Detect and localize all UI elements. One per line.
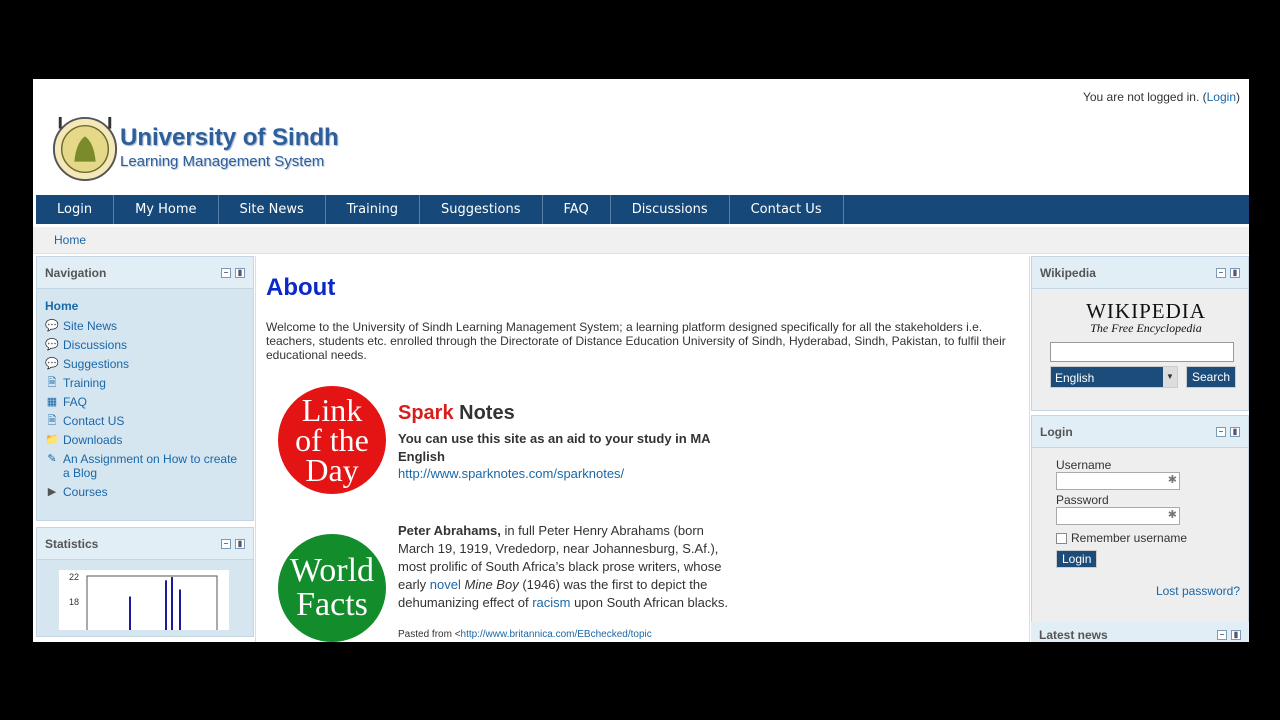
tick-label: 22: [69, 572, 79, 582]
collapse-icon[interactable]: –: [1216, 267, 1226, 278]
password-field[interactable]: ✱: [1056, 507, 1180, 525]
key-icon: ✱: [1167, 509, 1177, 521]
login-link[interactable]: Login: [1207, 90, 1236, 104]
collapse-icon[interactable]: –: [1216, 426, 1226, 437]
triangle-right-icon: ▶: [47, 486, 57, 498]
dock-icon[interactable]: ▮: [1231, 630, 1241, 640]
navigation-block: Navigation – ▮ Home 💬 Site News 💬 Discussio…: [36, 256, 254, 521]
stat-bar: [165, 580, 167, 630]
stat-bar: [179, 589, 181, 630]
dock-icon[interactable]: ▮: [1230, 267, 1240, 278]
main-navbar: Login My Home Site News Training Suggest…: [36, 195, 1249, 224]
spark-notes-title: Spark Notes: [398, 402, 515, 424]
username-label: Username: [1056, 458, 1112, 472]
racism-link[interactable]: racism: [532, 595, 570, 610]
nav-tree-downloads[interactable]: 📁 Downloads: [45, 433, 245, 447]
link-of-the-day-badge: Link of the Day: [278, 386, 386, 494]
language-select[interactable]: English ▼: [1050, 366, 1178, 388]
nav-suggestions[interactable]: Suggestions: [420, 195, 543, 224]
site-title: University of Sindh: [120, 124, 339, 151]
site-subtitle: Learning Management System: [120, 153, 325, 170]
nav-tree-contact-us[interactable]: 🗎 Contact US: [45, 414, 245, 428]
nav-training[interactable]: Training: [326, 195, 421, 224]
wikipedia-logo: WIKIPEDIA The Free Encyclopedia: [1086, 299, 1206, 335]
wikipedia-search-button[interactable]: Search: [1186, 366, 1237, 388]
tick-label: 18: [69, 597, 79, 607]
nav-faq[interactable]: FAQ: [543, 195, 611, 224]
nav-tree-training[interactable]: 🗎 Training: [45, 376, 245, 390]
login-button[interactable]: Login: [1056, 550, 1098, 568]
dock-icon[interactable]: ▮: [235, 538, 245, 549]
nav-login[interactable]: Login: [36, 195, 115, 224]
nav-discussions[interactable]: Discussions: [611, 195, 730, 224]
lost-password-link[interactable]: Lost password?: [1156, 584, 1240, 598]
assignment-icon: ✎: [47, 453, 57, 465]
world-facts-badge: World Facts: [278, 534, 386, 642]
nav-tree-assignment[interactable]: ✎ An Assignment on How to create a Blog: [45, 452, 245, 480]
nav-tree-faq[interactable]: ▦ FAQ: [45, 395, 245, 409]
intro-text: Welcome to the University of Sindh Learn…: [266, 320, 1006, 362]
wikipedia-search-input[interactable]: [1050, 342, 1234, 362]
remember-checkbox[interactable]: [1056, 532, 1067, 544]
statistics-block: Statistics – ▮ 22 18: [36, 527, 254, 637]
left-column: Navigation – ▮ Home 💬 Site News 💬 Discussio…: [36, 256, 254, 642]
pasted-from: Pasted from <http://www.britannica.com/E…: [398, 629, 652, 640]
breadcrumb-home[interactable]: Home: [54, 233, 86, 247]
university-logo: [52, 116, 118, 182]
speech-bubble-icon: 💬: [45, 358, 59, 370]
main-content: About Welcome to the University of Sindh…: [255, 256, 1030, 642]
nav-tree-courses[interactable]: ▶ Courses: [45, 485, 245, 499]
nav-tree-suggestions[interactable]: 💬 Suggestions: [45, 357, 245, 371]
remember-label: Remember username: [1071, 531, 1188, 545]
login-title: Login: [1040, 424, 1073, 439]
dock-icon[interactable]: ▮: [1230, 426, 1240, 437]
world-facts-text: Peter Abrahams, in full Peter Henry Abra…: [398, 523, 729, 610]
nav-tree-home[interactable]: Home: [45, 299, 245, 313]
stat-bar: [171, 577, 173, 630]
nav-my-home[interactable]: My Home: [114, 195, 219, 224]
login-status: You are not logged in. (Login): [1082, 90, 1240, 104]
nav-contact-us[interactable]: Contact Us: [730, 195, 844, 224]
statistics-title: Statistics: [45, 536, 99, 551]
collapse-icon[interactable]: –: [221, 538, 231, 549]
chevron-down-icon: ▼: [1163, 367, 1177, 387]
nav-tree-discussions[interactable]: 💬 Discussions: [45, 338, 245, 352]
latest-news-title: Latest news: [1039, 628, 1108, 642]
breadcrumb: Home: [33, 227, 1249, 254]
right-column: Wikipedia – ▮ WIKIPEDIA The Free Encyclop…: [1031, 256, 1249, 642]
password-label: Password: [1056, 493, 1109, 507]
nav-tree-site-news[interactable]: 💬 Site News: [45, 319, 245, 333]
key-icon: ✱: [1167, 474, 1177, 486]
folder-icon: 📁: [45, 434, 59, 446]
table-icon: ▦: [46, 396, 58, 408]
wikipedia-title: Wikipedia: [1040, 265, 1096, 280]
dock-icon[interactable]: ▮: [235, 267, 245, 278]
speech-bubble-icon: 💬: [45, 320, 59, 332]
stat-bars: [129, 577, 181, 630]
page-title: About: [266, 274, 336, 301]
browser-page: You are not logged in. (Login) Universit…: [33, 79, 1249, 642]
britannica-link[interactable]: http://www.britannica.com/EBchecked/topi…: [461, 629, 652, 640]
page-icon: 🗎: [47, 415, 57, 427]
collapse-icon[interactable]: –: [1217, 630, 1227, 640]
page-icon: 🗎: [47, 377, 57, 389]
spark-notes-description: You can use this site as an aid to your …: [398, 431, 711, 464]
wikipedia-block: Wikipedia – ▮ WIKIPEDIA The Free Encyclop…: [1031, 256, 1249, 411]
novel-link[interactable]: novel: [430, 577, 461, 592]
collapse-icon[interactable]: –: [221, 267, 231, 278]
latest-news-header: Latest news – ▮: [1031, 622, 1249, 642]
username-field[interactable]: ✱: [1056, 472, 1180, 490]
nav-site-news[interactable]: Site News: [219, 195, 326, 224]
navigation-title: Navigation: [45, 265, 107, 280]
statistics-chart: 22 18: [59, 570, 229, 637]
spark-notes-link[interactable]: http://www.sparknotes.com/sparknotes/: [398, 466, 624, 481]
stat-bar: [129, 596, 131, 630]
speech-bubble-icon: 💬: [45, 339, 59, 351]
